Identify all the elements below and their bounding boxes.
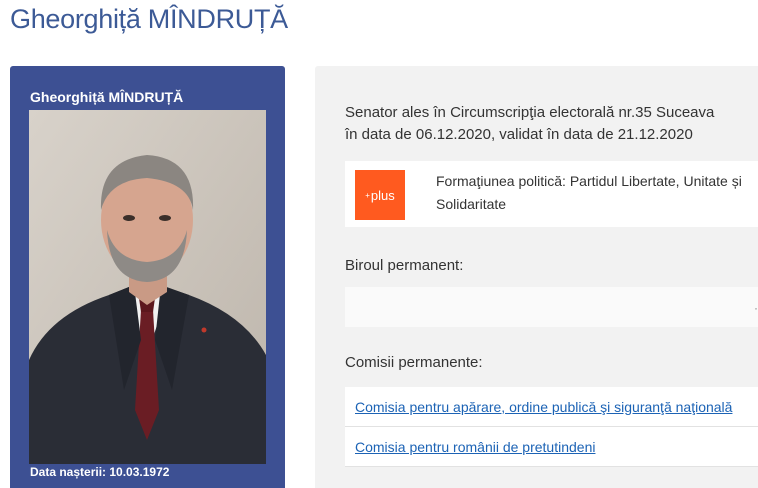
list-item: Comisia pentru românii de pretutindeni (345, 427, 758, 467)
profile-name: Gheorghiță MÎNDRUȚĂ (30, 89, 184, 105)
senator-line-1: Senator ales în Circumscripţia electoral… (345, 104, 715, 121)
tick-icon: · (754, 301, 758, 315)
info-panel: Senator ales în Circumscripţia electoral… (315, 66, 758, 488)
party-logo[interactable]: + plus (355, 170, 405, 220)
party-label: Formaţiunea politică: Partidul Libertate… (436, 173, 742, 212)
senator-info: Senator ales în Circumscripţia electoral… (345, 102, 755, 146)
profile-card: Gheorghiță MÎNDRUȚĂ Data nașterii: 10.03… (10, 66, 285, 488)
party-box: + plus Formaţiunea politică: Partidul Lib… (345, 161, 758, 227)
senator-line-2: în data de 06.12.2020, validat în data d… (345, 126, 693, 143)
committee-link-aparare[interactable]: Comisia pentru apărare, ordine publică ş… (355, 399, 732, 415)
party-logo-text: plus (370, 187, 395, 203)
page-title: Gheorghiță MÎNDRUȚĂ (10, 4, 288, 34)
profile-photo (29, 110, 266, 464)
committee-link-romanii[interactable]: Comisia pentru românii de pretutindeni (355, 439, 595, 455)
comisii-label: Comisii permanente: (345, 354, 483, 371)
biroul-label: Biroul permanent: (345, 257, 464, 274)
list-item: Comisia pentru apărare, ordine publică ş… (345, 387, 758, 427)
committee-list: Comisia pentru apărare, ordine publică ş… (345, 387, 758, 467)
birth-date: Data nașterii: 10.03.1972 (30, 465, 170, 479)
biroul-box: · (345, 287, 758, 327)
